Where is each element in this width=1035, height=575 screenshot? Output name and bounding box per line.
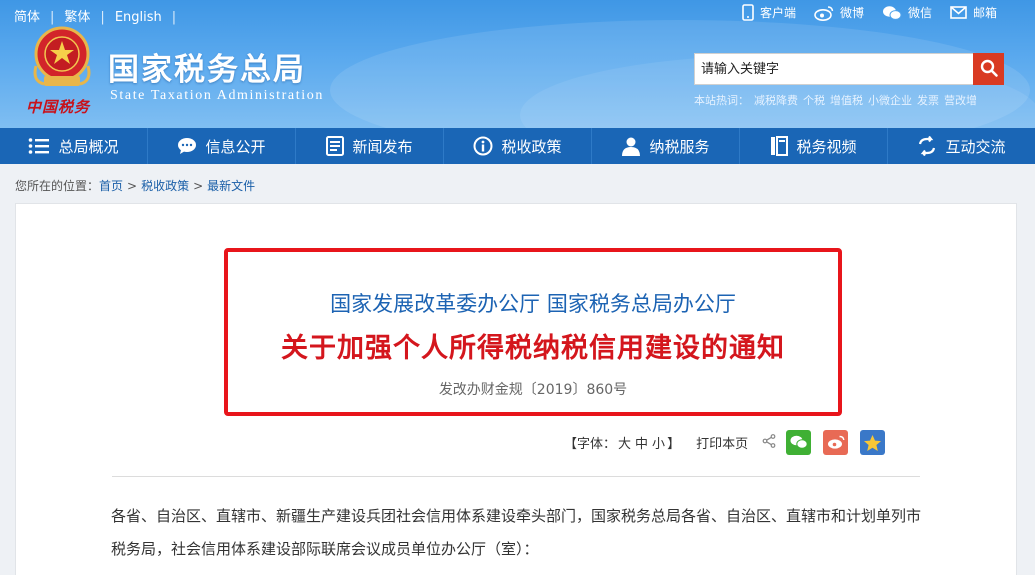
menu-icon (28, 137, 50, 155)
weibo-label: 微博 (839, 6, 864, 20)
client-link[interactable]: 客户端 (742, 4, 796, 21)
share-icon[interactable] (762, 433, 776, 452)
hot-word[interactable]: 小微企业 (868, 94, 912, 107)
search-icon (979, 58, 999, 81)
language-switcher: 简体 | 繁体 | English | (14, 6, 186, 25)
hot-words: 本站热词： 减税降费 个税 增值税 小微企业 发票 营改增 (694, 92, 982, 108)
document-icon (326, 136, 345, 156)
mobile-icon (742, 4, 754, 21)
site-title-english: State Taxation Administration (110, 88, 324, 103)
font-size-medium[interactable]: 中 (635, 433, 648, 452)
nav-label: 信息公开 (205, 137, 266, 156)
breadcrumb-tax-policy[interactable]: 税收政策 (141, 179, 189, 193)
font-size-large[interactable]: 大 (618, 433, 631, 452)
search-input[interactable] (694, 53, 973, 85)
tax-emblem-icon[interactable] (30, 26, 94, 92)
font-size-small[interactable]: 小 (652, 433, 665, 452)
share-qzone-icon[interactable] (860, 430, 886, 455)
hot-word[interactable]: 个税 (803, 94, 825, 107)
font-size-suffix: 】 (667, 437, 681, 452)
document-issuer: 国家发展改革委办公厅 国家税务总局办公厅 (330, 292, 736, 316)
main-nav: 总局概况 信息公开 新闻发布 税收政策 纳税服务 税务视频 互动交流 (0, 128, 1035, 164)
hot-word[interactable]: 发票 (917, 94, 939, 107)
document-header-highlight: 国家发展改革委办公厅 国家税务总局办公厅 关于加强个人所得税纳税信用建设的通知 … (224, 248, 842, 416)
nav-item-interaction[interactable]: 互动交流 (888, 128, 1035, 164)
share-wechat-icon[interactable] (786, 430, 812, 455)
emblem-caption: 中国税务 (26, 98, 91, 116)
nav-item-news[interactable]: 新闻发布 (296, 128, 444, 164)
wechat-icon (882, 5, 902, 21)
article-body: 各省、自治区、直辖市、新疆生产建设兵团社会信用体系建设牵头部门，国家税务总局各省… (111, 507, 922, 558)
info-icon (473, 136, 493, 156)
hot-words-label: 本站热词： (694, 94, 749, 107)
content-divider (112, 476, 920, 477)
weibo-link[interactable]: 微博 (814, 4, 864, 21)
article-tools: 【字体： 大 中 小 】 打印本页 (564, 430, 897, 455)
nav-item-tax-video[interactable]: 税务视频 (740, 128, 888, 164)
search-button[interactable] (973, 53, 1004, 85)
lang-english[interactable]: English (115, 10, 162, 25)
nav-label: 税收政策 (501, 137, 562, 156)
nav-label: 税务视频 (796, 137, 857, 156)
nav-item-info-disclosure[interactable]: 信息公开 (148, 128, 296, 164)
nav-label: 新闻发布 (352, 137, 413, 156)
lang-traditional[interactable]: 繁体 (64, 6, 90, 25)
person-icon (621, 136, 641, 156)
site-header: 简体 | 繁体 | English | 客户端 微博 微信 邮箱 中国税务 国家… (0, 0, 1035, 128)
breadcrumb-separator: > (127, 179, 138, 193)
share-weibo-icon[interactable] (823, 430, 849, 455)
hot-word[interactable]: 营改增 (944, 94, 977, 107)
hot-word[interactable]: 增值税 (830, 94, 863, 107)
document-number: 发改办财金规〔2019〕860号 (438, 382, 628, 398)
nav-item-overview[interactable]: 总局概况 (0, 128, 148, 164)
lang-simplified[interactable]: 简体 (14, 6, 40, 25)
nav-item-taxpayer-service[interactable]: 纳税服务 (592, 128, 740, 164)
wechat-label: 微信 (907, 6, 932, 20)
nav-label: 总局概况 (58, 137, 119, 156)
chat-icon (177, 137, 197, 155)
breadcrumb-latest-files[interactable]: 最新文件 (207, 179, 255, 193)
hot-word[interactable]: 减税降费 (754, 94, 798, 107)
breadcrumb-separator: > (193, 179, 204, 193)
exchange-icon (917, 136, 937, 156)
print-button[interactable]: 打印本页 (696, 433, 748, 452)
article-panel: 国家发展改革委办公厅 国家税务总局办公厅 关于加强个人所得税纳税信用建设的通知 … (15, 203, 1017, 575)
client-label: 客户端 (759, 6, 796, 20)
site-title[interactable]: 国家税务总局 (108, 44, 306, 89)
weibo-icon (814, 5, 834, 21)
breadcrumb-prefix: 您所在的位置： (15, 179, 100, 193)
wechat-link[interactable]: 微信 (882, 4, 932, 21)
lang-separator: | (171, 10, 177, 25)
breadcrumb-home[interactable]: 首页 (99, 179, 123, 193)
breadcrumb: 您所在的位置：首页 > 税收政策 > 最新文件 (15, 177, 255, 194)
mail-label: 邮箱 (972, 6, 997, 20)
mail-icon (950, 6, 967, 19)
top-links: 客户端 微博 微信 邮箱 (742, 4, 997, 21)
mail-link[interactable]: 邮箱 (950, 4, 997, 21)
nav-item-tax-policy[interactable]: 税收政策 (444, 128, 592, 164)
document-title: 关于加强个人所得税纳税信用建设的通知 (281, 333, 785, 364)
nav-label: 互动交流 (945, 137, 1006, 156)
nav-label: 纳税服务 (649, 137, 710, 156)
search-box (694, 53, 1004, 85)
video-icon (770, 136, 789, 156)
lang-separator: | (100, 10, 105, 25)
lang-separator: | (50, 10, 55, 25)
font-size-prefix: 【字体： (564, 437, 617, 452)
